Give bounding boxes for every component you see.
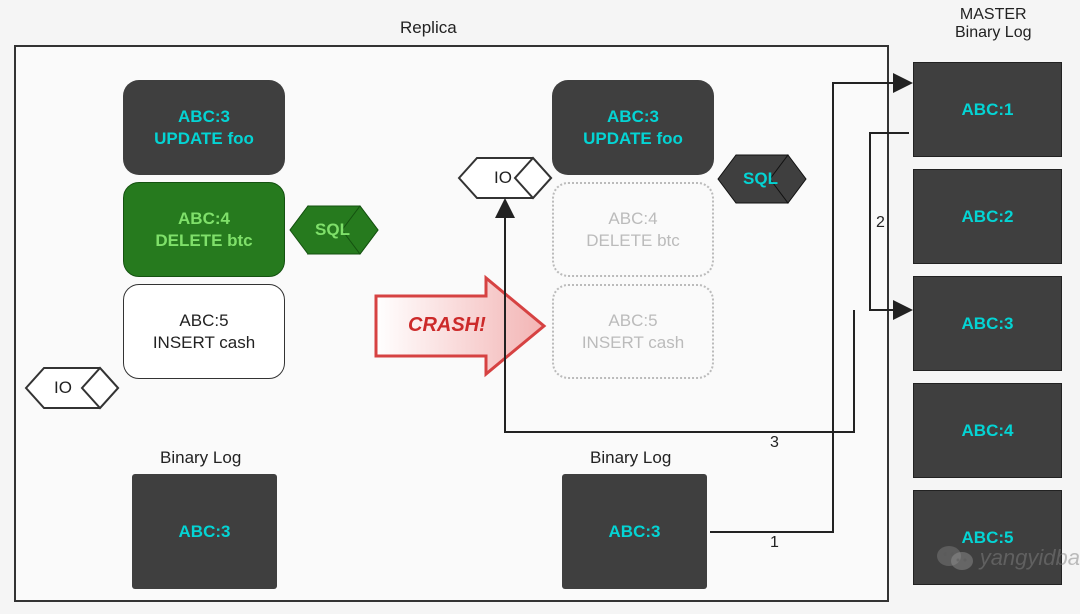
watermark-text: yangyidba (980, 545, 1080, 571)
left-block-2-id: ABC:4 (178, 208, 230, 229)
right-block-3-id: ABC:5 (608, 310, 657, 331)
left-block-2-op: DELETE btc (155, 230, 252, 251)
chat-icon (936, 544, 976, 572)
right-block-3-op: INSERT cash (582, 332, 684, 353)
right-block-1-op: UPDATE foo (583, 128, 683, 149)
left-block-1-op: UPDATE foo (154, 128, 254, 149)
right-block-2-op: DELETE btc (586, 230, 680, 251)
right-block-2-ghost: ABC:4 DELETE btc (552, 182, 714, 277)
sql-tag-right-label: SQL (733, 167, 788, 191)
replica-title: Replica (400, 18, 457, 38)
left-block-3-id: ABC:5 (179, 310, 228, 331)
left-block-3-op: INSERT cash (153, 332, 255, 353)
conn-num-1: 1 (770, 534, 779, 552)
master-entry-1: ABC:1 (913, 62, 1062, 157)
right-block-2-id: ABC:4 (608, 208, 657, 229)
io-tag-left-label: IO (46, 378, 80, 398)
conn-num-3: 3 (770, 434, 779, 452)
crash-label: CRASH! (408, 314, 486, 337)
conn-num-2: 2 (876, 214, 885, 232)
binlog-right-value: ABC:3 (609, 521, 661, 542)
master-title: MASTER Binary Log (955, 6, 1032, 43)
binlog-right-box: ABC:3 (562, 474, 707, 589)
watermark: yangyidba (936, 544, 1080, 572)
left-block-3: ABC:5 INSERT cash (123, 284, 285, 379)
binlog-left-box: ABC:3 (132, 474, 277, 589)
left-block-1: ABC:3 UPDATE foo (123, 80, 285, 175)
sql-tag-left-label: SQL (305, 218, 360, 242)
master-entry-4: ABC:4 (913, 383, 1062, 478)
left-block-1-id: ABC:3 (178, 106, 230, 127)
binlog-label-left: Binary Log (160, 448, 241, 468)
right-block-3-ghost: ABC:5 INSERT cash (552, 284, 714, 379)
master-entry-2: ABC:2 (913, 169, 1062, 264)
io-tag-right-label: IO (486, 168, 520, 188)
binlog-label-right: Binary Log (590, 448, 671, 468)
master-entry-3: ABC:3 (913, 276, 1062, 371)
left-block-2: ABC:4 DELETE btc (123, 182, 285, 277)
right-block-1-id: ABC:3 (607, 106, 659, 127)
right-block-1: ABC:3 UPDATE foo (552, 80, 714, 175)
binlog-left-value: ABC:3 (179, 521, 231, 542)
